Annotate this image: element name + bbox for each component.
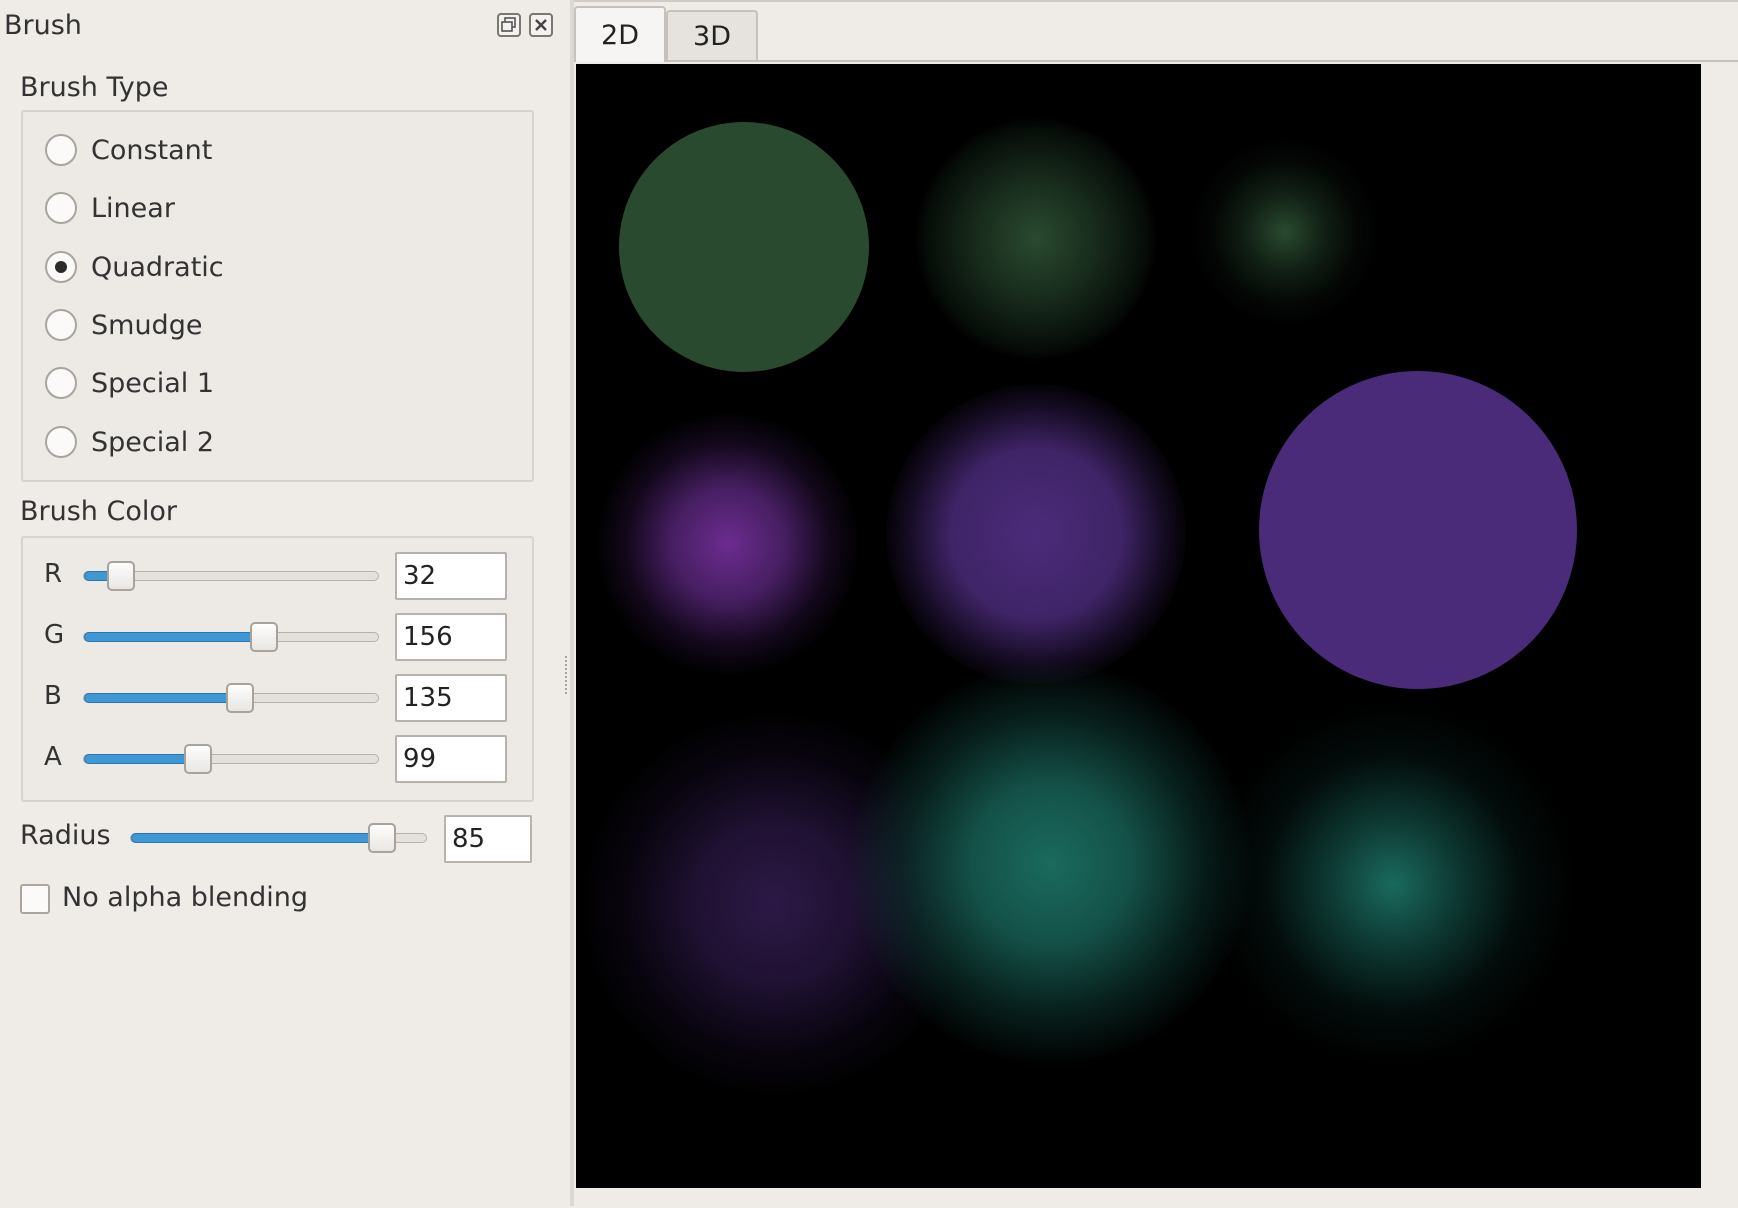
canvas-footer xyxy=(574,1188,1738,1208)
channel-label: R xyxy=(44,559,63,589)
radio-special-2[interactable]: Special 2 xyxy=(45,422,214,462)
brush-stroke-magenta xyxy=(598,414,858,674)
radio-label: Constant xyxy=(91,134,213,166)
radio-quadratic[interactable]: Quadratic xyxy=(45,247,224,287)
radio-button[interactable] xyxy=(45,309,77,341)
g-value-field[interactable]: 156 xyxy=(395,613,507,661)
channel-label: A xyxy=(44,742,62,772)
radio-button[interactable] xyxy=(45,134,77,166)
brush-stroke-teal-small xyxy=(1213,704,1573,1064)
splitter-grip[interactable] xyxy=(565,656,568,694)
radio-button[interactable] xyxy=(45,192,77,224)
channel-label: B xyxy=(44,681,62,711)
radio-label: Special 1 xyxy=(91,367,215,399)
brush-color-label: Brush Color xyxy=(20,496,177,527)
brush-stroke-teal-large xyxy=(851,664,1251,1064)
radio-button[interactable] xyxy=(45,426,77,458)
brush-dock: Brush Brush Type Constant Linear Quadrat… xyxy=(0,0,570,1206)
slider-fill xyxy=(84,632,264,642)
dock-title: Brush xyxy=(4,10,82,41)
radius-label: Radius xyxy=(20,820,111,851)
brush-stroke-linear-green xyxy=(916,119,1156,359)
slider-handle[interactable] xyxy=(250,622,278,652)
radio-linear[interactable]: Linear xyxy=(45,188,175,228)
radius-value-field[interactable]: 85 xyxy=(444,815,532,863)
slider-fill xyxy=(131,833,382,843)
view-tabs: 2D 3D xyxy=(574,0,1738,1208)
radio-special-1[interactable]: Special 1 xyxy=(45,363,214,403)
radio-label: Linear xyxy=(91,192,175,224)
close-icon[interactable] xyxy=(529,13,553,37)
radio-button[interactable] xyxy=(45,367,77,399)
radius-slider[interactable] xyxy=(130,823,427,853)
radio-smudge[interactable]: Smudge xyxy=(45,305,202,345)
brush-stroke-constant-green xyxy=(619,122,869,372)
r-slider[interactable] xyxy=(83,561,379,591)
radio-label: Smudge xyxy=(91,309,203,341)
brush-stroke-quadratic-green xyxy=(1190,137,1380,327)
brush-stroke-purple-solid xyxy=(1259,371,1577,689)
radio-label: Special 2 xyxy=(91,426,215,458)
radio-button-selected[interactable] xyxy=(45,251,77,283)
tab-divider xyxy=(666,60,1738,62)
radio-constant[interactable]: Constant xyxy=(45,130,212,170)
channel-label: G xyxy=(44,620,65,650)
a-value-field[interactable]: 99 xyxy=(395,735,507,783)
no-alpha-checkbox[interactable] xyxy=(20,884,50,914)
b-value-field[interactable]: 135 xyxy=(395,674,507,722)
radius-slider-row xyxy=(130,815,430,859)
paint-canvas[interactable] xyxy=(576,64,1701,1188)
slider-fill xyxy=(84,693,240,703)
no-alpha-label: No alpha blending xyxy=(62,882,308,913)
slider-handle[interactable] xyxy=(107,561,135,591)
r-value-field[interactable]: 32 xyxy=(395,552,507,600)
b-slider[interactable] xyxy=(83,683,379,713)
tab-3d[interactable]: 3D xyxy=(666,10,758,60)
slider-handle[interactable] xyxy=(184,744,212,774)
brush-stroke-purple-soft xyxy=(886,384,1186,684)
tab-2d[interactable]: 2D xyxy=(574,6,666,62)
brush-type-label: Brush Type xyxy=(20,72,169,103)
a-slider[interactable] xyxy=(83,744,379,774)
float-icon[interactable] xyxy=(497,13,521,37)
slider-handle[interactable] xyxy=(368,823,396,853)
radio-label: Quadratic xyxy=(91,251,224,283)
slider-fill xyxy=(84,754,198,764)
slider-handle[interactable] xyxy=(226,683,254,713)
g-slider[interactable] xyxy=(83,622,379,652)
